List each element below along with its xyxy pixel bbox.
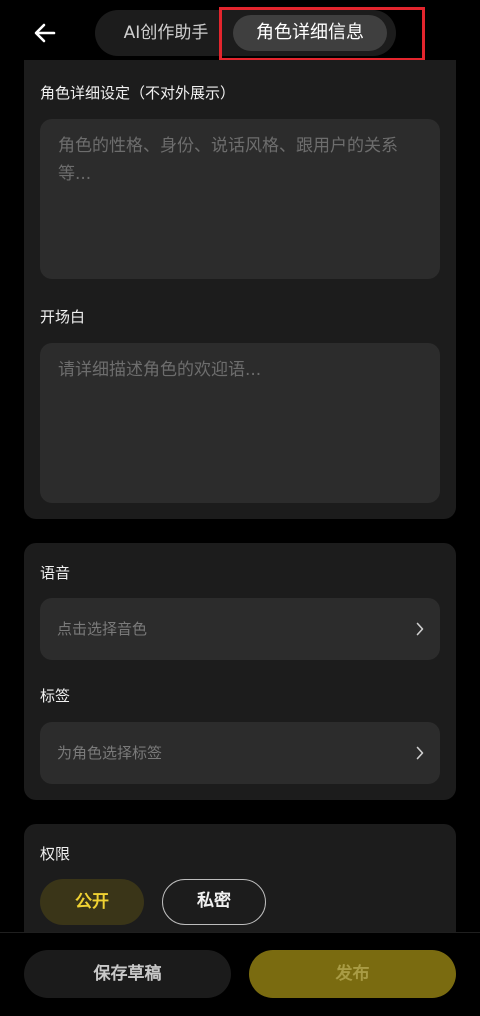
tab-switcher: AI创作助手 角色详细信息: [95, 10, 396, 56]
tab-character-details[interactable]: 角色详细信息: [233, 15, 387, 51]
opening-line-placeholder: 请详细描述角色的欢迎语...: [58, 360, 262, 380]
voice-selector[interactable]: 点击选择音色: [40, 598, 440, 660]
voice-selector-placeholder: 点击选择音色: [57, 620, 148, 638]
permission-public-button[interactable]: 公开: [40, 879, 144, 925]
publish-button[interactable]: 发布: [249, 950, 456, 998]
chevron-right-icon: [416, 746, 424, 760]
voice-label: 语音: [40, 564, 71, 582]
character-details-card: 角色详细设定（不对外展示） 角色的性格、身份、说话风格、跟用户的关系等... 开…: [24, 60, 456, 519]
opening-line-label: 开场白: [40, 308, 86, 326]
back-button[interactable]: [30, 18, 60, 48]
character-settings-label: 角色详细设定（不对外展示）: [40, 84, 236, 102]
tags-label: 标签: [40, 687, 71, 705]
character-settings-placeholder: 角色的性格、身份、说话风格、跟用户的关系等...: [58, 136, 398, 184]
permission-private-button[interactable]: 私密: [162, 879, 266, 925]
voice-tags-card: 语音 点击选择音色 标签 为角色选择标签: [24, 543, 456, 800]
arrow-left-icon: [34, 23, 56, 43]
permission-label: 权限: [40, 845, 71, 863]
bottom-action-bar: 保存草稿 发布: [0, 932, 480, 1016]
tab-ai-assistant[interactable]: AI创作助手: [105, 10, 227, 56]
permission-card: 权限 公开 私密: [24, 824, 456, 944]
save-draft-button[interactable]: 保存草稿: [24, 950, 231, 998]
opening-line-input[interactable]: 请详细描述角色的欢迎语...: [40, 343, 440, 503]
tags-selector[interactable]: 为角色选择标签: [40, 722, 440, 784]
top-bar: AI创作助手 角色详细信息: [0, 0, 480, 66]
character-settings-input[interactable]: 角色的性格、身份、说话风格、跟用户的关系等...: [40, 119, 440, 279]
tags-selector-placeholder: 为角色选择标签: [57, 744, 163, 762]
chevron-right-icon: [416, 622, 424, 636]
